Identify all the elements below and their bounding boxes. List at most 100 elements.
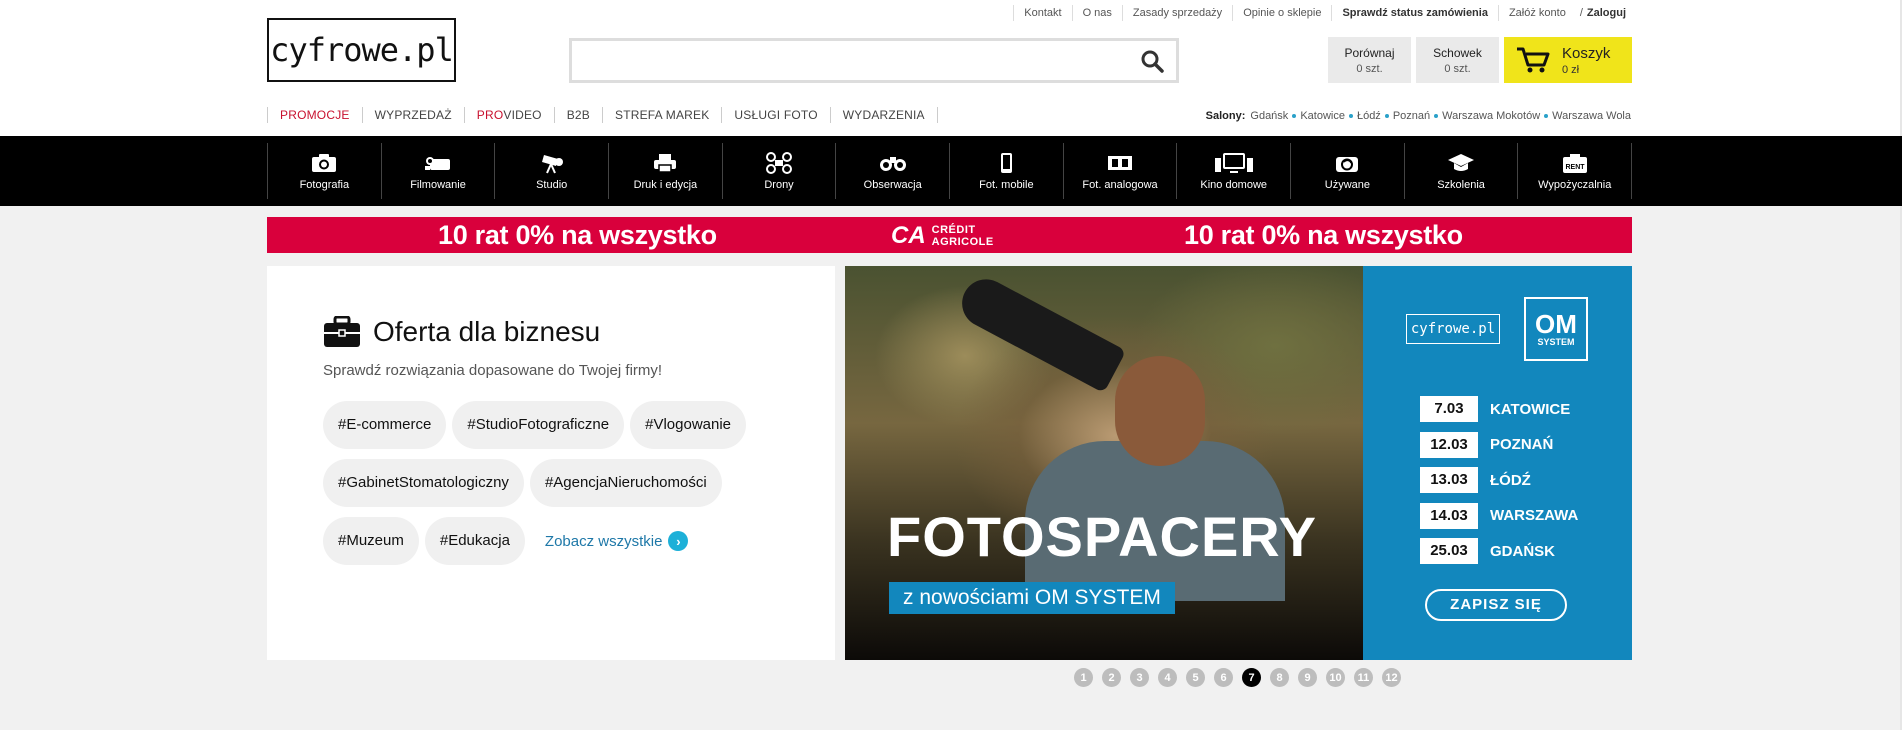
dot-separator [1384, 114, 1389, 118]
drone-icon [766, 151, 793, 174]
stores-label: Salony: [1205, 110, 1246, 122]
tag-studio-fotograficzne[interactable]: #StudioFotograficzne [452, 401, 625, 449]
event-date: 7.03 [1420, 396, 1478, 422]
nav-promocje[interactable]: PROMOCJE [267, 107, 362, 123]
tag-gabinet-stomatologiczny[interactable]: #GabinetStomatologiczny [323, 459, 524, 507]
category-label: Fot. analogowa [1082, 178, 1158, 191]
business-title-text: Oferta dla biznesu [373, 316, 601, 347]
nav-uslugi-foto[interactable]: USŁUGI FOTO [721, 107, 829, 123]
util-link-order-status[interactable]: Sprawdź status zamówienia [1331, 5, 1497, 21]
camcorder-icon [425, 156, 450, 170]
slide-dot-2[interactable]: 2 [1102, 668, 1121, 687]
slide-dot-3[interactable]: 3 [1130, 668, 1149, 687]
util-link-zasady[interactable]: Zasady sprzedaży [1121, 5, 1232, 21]
event-city: WARSZAWA [1490, 507, 1579, 524]
store-warszawa-mokotow[interactable]: Warszawa Mokotów [1442, 110, 1540, 122]
search-icon[interactable] [1140, 49, 1164, 73]
slide-dot-5[interactable]: 5 [1186, 668, 1205, 687]
nav-wydarzenia[interactable]: WYDARZENIA [829, 107, 938, 123]
cart-icon [1517, 47, 1550, 73]
category-wypozyczalnia[interactable]: RENT Wypożyczalnia [1517, 143, 1633, 199]
slide-dot-7[interactable]: 7 [1242, 668, 1261, 687]
category-label: Fot. mobile [979, 178, 1034, 191]
category-obserwacja[interactable]: Obserwacja [835, 143, 949, 199]
category-fotografia[interactable]: Fotografia [267, 143, 381, 199]
site-logo[interactable]: cyfrowe.pl [267, 18, 456, 82]
util-link-opinie[interactable]: Opinie o sklepie [1232, 5, 1331, 21]
promo-text-right: 10 rat 0% na wszystko [1184, 220, 1463, 250]
business-title: Oferta dla biznesu [323, 316, 835, 348]
slide-dot-10[interactable]: 10 [1326, 668, 1345, 687]
category-drony[interactable]: Drony [721, 143, 836, 199]
promo-banner[interactable]: 10 rat 0% na wszystko CA CRÉDIT AGRICOLE … [267, 217, 1632, 253]
slide-dot-9[interactable]: 9 [1298, 668, 1317, 687]
tag-muzeum[interactable]: #Muzeum [323, 517, 419, 565]
signup-button[interactable]: ZAPISZ SIĘ [1425, 589, 1567, 621]
business-offer-panel: Oferta dla biznesu Sprawdź rozwiązania d… [267, 266, 835, 660]
banner-title: FOTOSPACERY [887, 505, 1318, 568]
category-szkolenia[interactable]: Szkolenia [1403, 143, 1518, 199]
category-studio[interactable]: Studio [494, 143, 608, 199]
slide-dot-11[interactable]: 11 [1354, 668, 1373, 687]
tag-agencja-nieruchomosci[interactable]: #AgencjaNieruchomości [529, 459, 722, 507]
dot-separator [1348, 114, 1353, 118]
cyfrowe-logo-small: cyfrowe.pl [1406, 314, 1500, 344]
nav-wyprzedaz[interactable]: WYPRZEDAŻ [361, 107, 464, 123]
om-system-text: SYSTEM [1537, 337, 1575, 347]
account-separator: / [1579, 7, 1583, 19]
compare-button[interactable]: Porównaj 0 szt. [1328, 37, 1411, 83]
compare-count: 0 szt. [1356, 62, 1383, 75]
search-input[interactable] [572, 41, 1176, 80]
event-row: 13.03 ŁÓDŹ [1420, 467, 1578, 493]
credit-agricole-logo: CA CRÉDIT AGRICOLE [891, 222, 994, 250]
banner-subtitle: z nowościami OM SYSTEM [889, 582, 1175, 614]
hero-banner[interactable]: FOTOSPACERY z nowościami OM SYSTEM cyfro… [845, 266, 1632, 660]
category-fot-analogowa[interactable]: Fot. analogowa [1062, 143, 1177, 199]
util-link-o-nas[interactable]: O nas [1071, 5, 1122, 21]
category-kino-domowe[interactable]: Kino domowe [1176, 143, 1290, 199]
slide-dot-1[interactable]: 1 [1074, 668, 1093, 687]
category-label: Kino domowe [1200, 178, 1268, 191]
category-label: Drony [764, 178, 794, 191]
slide-dot-8[interactable]: 8 [1270, 668, 1289, 687]
rent-icon: RENT [1562, 153, 1587, 173]
logo-text: cyfrowe.pl [270, 31, 454, 69]
business-tags: #E-commerce #StudioFotograficzne #Vlogow… [323, 401, 783, 565]
store-warszawa-wola[interactable]: Warszawa Wola [1552, 110, 1631, 122]
category-uzywane[interactable]: Używane [1290, 143, 1404, 199]
category-fot-mobile[interactable]: Fot. mobile [949, 143, 1063, 199]
dot-separator [1544, 114, 1549, 118]
slide-dot-6[interactable]: 6 [1214, 668, 1233, 687]
cart-button[interactable]: Koszyk 0 zł [1504, 37, 1632, 83]
cyfrowe-logo-text: cyfrowe.pl [1410, 321, 1496, 337]
compare-label: Porównaj [1344, 45, 1395, 60]
login-link[interactable]: Zaloguj [1587, 5, 1630, 21]
store-gdansk[interactable]: Gdańsk [1250, 110, 1288, 122]
event-city: KATOWICE [1490, 400, 1571, 418]
slide-dot-12[interactable]: 12 [1382, 668, 1401, 687]
cart-value: 0 zł [1562, 63, 1580, 76]
tag-ecommerce[interactable]: #E-commerce [323, 401, 447, 449]
store-lodz[interactable]: Łódź [1357, 110, 1381, 122]
register-link[interactable]: Załóż konto [1497, 5, 1576, 21]
dot-separator [1434, 114, 1439, 118]
nav-strefa-marek[interactable]: STREFA MAREK [602, 107, 721, 123]
film-icon [1108, 155, 1133, 170]
see-all-link[interactable]: Zobacz wszystkie › [545, 531, 689, 551]
used-camera-icon [1336, 156, 1359, 172]
printer-icon [654, 153, 677, 173]
slide-dot-4[interactable]: 4 [1158, 668, 1177, 687]
rent-icon-text: RENT [1565, 164, 1585, 171]
util-link-kontakt[interactable]: Kontakt [1013, 5, 1071, 21]
category-filmowanie[interactable]: Filmowanie [380, 143, 495, 199]
store-poznan[interactable]: Poznań [1393, 110, 1430, 122]
wishlist-button[interactable]: Schowek 0 szt. [1416, 37, 1499, 83]
tag-vlogowanie[interactable]: #Vlogowanie [630, 401, 747, 449]
camera-icon [312, 153, 337, 172]
category-druk[interactable]: Druk i edycja [608, 143, 722, 199]
tag-edukacja[interactable]: #Edukacja [424, 517, 525, 565]
store-katowice[interactable]: Katowice [1300, 110, 1345, 122]
nav-provideo[interactable]: PROVIDEO [463, 107, 554, 123]
nav-provideo-pro: PRO [476, 108, 504, 122]
nav-b2b[interactable]: B2B [553, 107, 602, 123]
